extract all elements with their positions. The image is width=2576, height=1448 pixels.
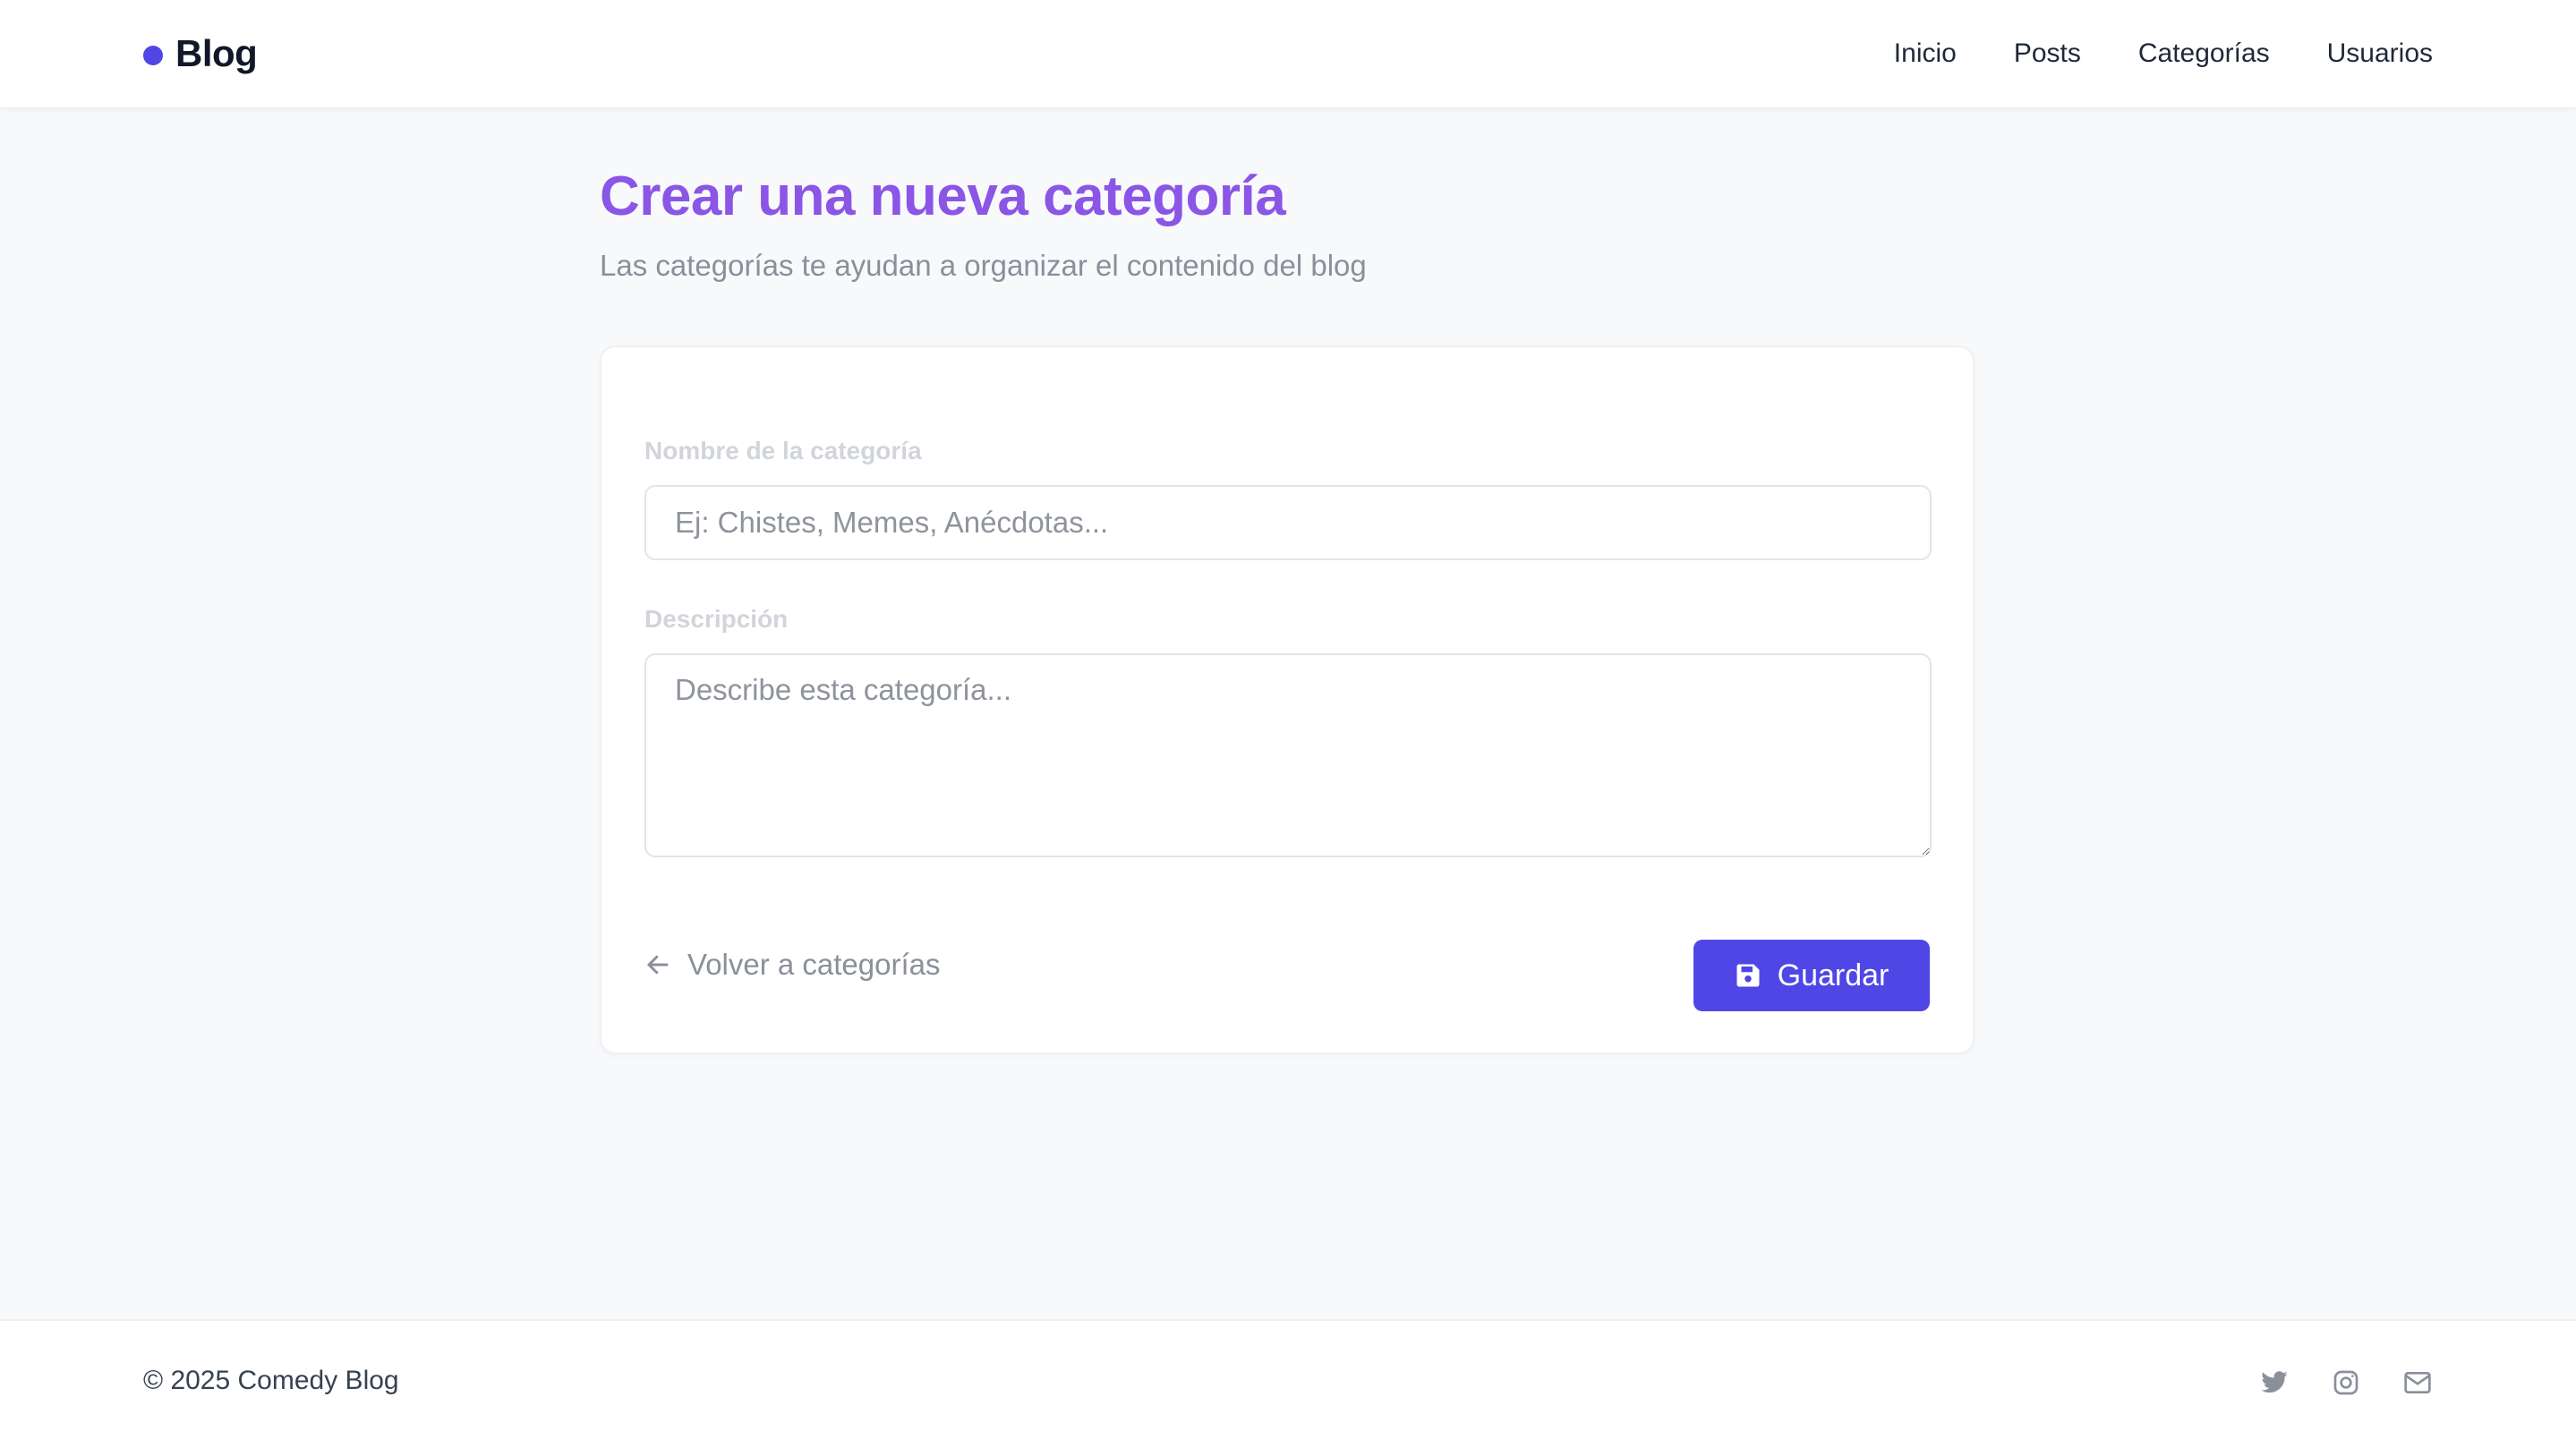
twitter-icon[interactable] [2259,1367,2290,1398]
back-to-categories-link[interactable]: Volver a categorías [644,938,941,992]
save-icon [1736,964,1760,987]
save-button-label: Guardar [1777,958,1889,992]
page-subtitle: Las categorías te ayudan a organizar el … [600,249,1367,282]
footer: © 2025 Comedy Blog [0,1319,2576,1448]
category-form-card: Nombre de la categoría Descripción Volve… [600,345,1975,1054]
category-name-input[interactable] [644,485,1932,560]
instagram-icon[interactable] [2331,1367,2361,1398]
page: Blog Inicio Posts Categorías Usuarios Cr… [0,0,2576,1448]
brand-name: Blog [175,32,258,74]
nav-link-inicio[interactable]: Inicio [1894,38,1957,69]
page-title: Crear una nueva categoría [600,166,1286,227]
top-navbar: Blog Inicio Posts Categorías Usuarios [0,0,2576,109]
nav-link-posts[interactable]: Posts [2014,38,2081,69]
arrow-left-icon [647,955,669,975]
copyright-text: © 2025 Comedy Blog [143,1366,399,1395]
category-name-label: Nombre de la categoría [644,437,922,464]
social-links [2259,1367,2433,1398]
main-nav: Inicio Posts Categorías Usuarios [1894,27,2433,81]
brand-dot-icon [143,46,163,65]
save-button[interactable]: Guardar [1693,940,1930,1011]
nav-link-usuarios[interactable]: Usuarios [2327,38,2433,69]
back-link-label: Volver a categorías [687,948,941,981]
category-description-label: Descripción [644,605,789,633]
brand-logo[interactable]: Blog [143,27,258,81]
mail-icon[interactable] [2402,1367,2433,1398]
category-description-textarea[interactable] [644,653,1932,857]
nav-link-categorias[interactable]: Categorías [2138,38,2270,69]
